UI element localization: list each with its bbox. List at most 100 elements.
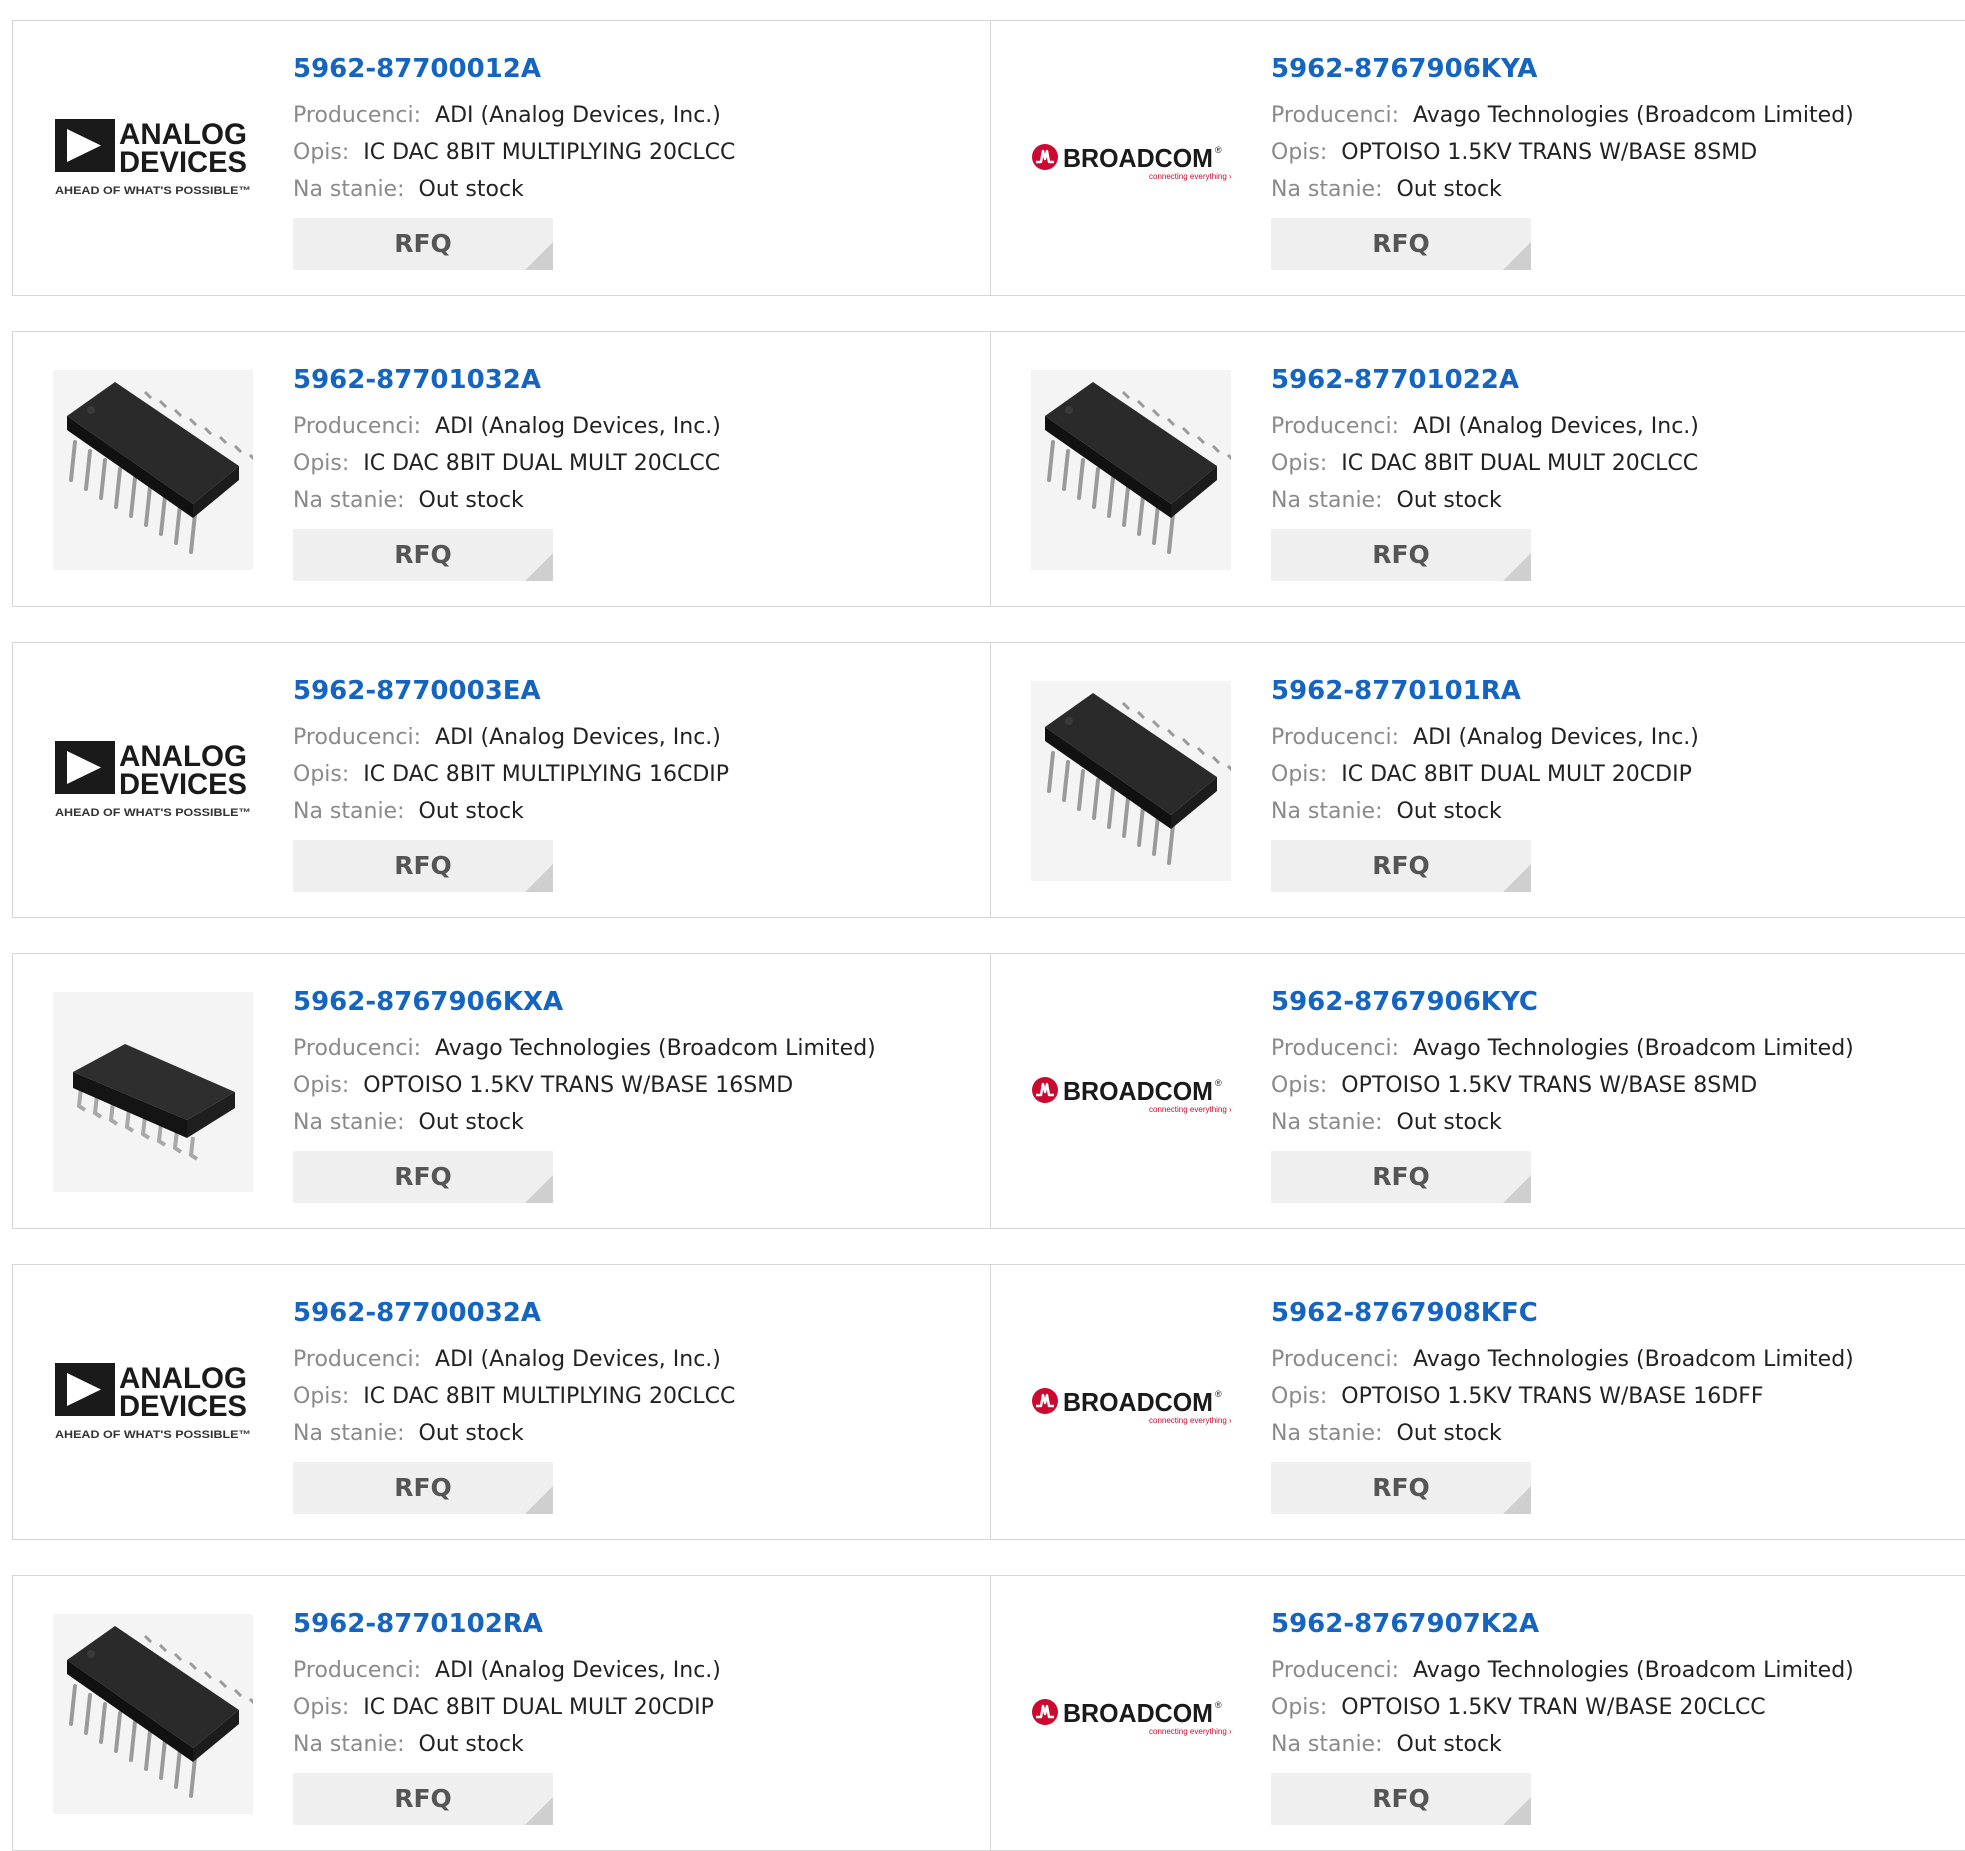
dip-chip-image — [53, 1614, 253, 1814]
rfq-button[interactable]: RFQ — [293, 529, 553, 581]
product-card-5962-87700012A: ANALOG DEVICES AHEAD OF WHAT'S POSSIBLE™… — [12, 20, 992, 296]
manufacturer-row: Producenci: Avago Technologies (Broadcom … — [1271, 1652, 1854, 1689]
analog-logo-tagline: AHEAD OF WHAT'S POSSIBLE™ — [55, 185, 251, 197]
manufacturer-value: ADI (Analog Devices, Inc.) — [1413, 725, 1699, 750]
product-info: 5962-8770101RA Producenci: ADI (Analog De… — [1271, 673, 1699, 892]
stock-value: Out stock — [1396, 1732, 1502, 1757]
product-image[interactable] — [53, 370, 253, 570]
part-number-link[interactable]: 5962-87700032A — [293, 1295, 735, 1331]
part-number-link[interactable]: 5962-8767907K2A — [1271, 1606, 1854, 1642]
product-card-5962-87701032A: 5962-87701032A Producenci: ADI (Analog De… — [12, 331, 992, 607]
product-image[interactable]: BROADCOM ® connecting everything › — [1031, 59, 1231, 259]
rfq-button[interactable]: RFQ — [293, 1151, 553, 1203]
product-image[interactable] — [1031, 681, 1231, 881]
rfq-button[interactable]: RFQ — [1271, 1773, 1531, 1825]
description-row: Opis: OPTOISO 1.5KV TRANS W/BASE 8SMD — [1271, 1067, 1854, 1104]
part-number-link[interactable]: 5962-87700012A — [293, 51, 735, 87]
manufacturer-row: Producenci: Avago Technologies (Broadcom … — [1271, 97, 1854, 134]
rfq-button[interactable]: RFQ — [1271, 529, 1531, 581]
product-image[interactable]: BROADCOM ® connecting everything › — [1031, 1303, 1231, 1503]
part-number-link[interactable]: 5962-8767906KYA — [1271, 51, 1854, 87]
product-card-5962-8767907K2A: BROADCOM ® connecting everything › 5962-… — [990, 1575, 1965, 1851]
broadcom-logo-name: BROADCOM — [1063, 1387, 1213, 1417]
description-value: OPTOISO 1.5KV TRANS W/BASE 16SMD — [363, 1073, 794, 1098]
description-label: Opis: — [293, 1384, 350, 1409]
manufacturer-value: ADI (Analog Devices, Inc.) — [435, 725, 721, 750]
description-row: Opis: IC DAC 8BIT MULTIPLYING 20CLCC — [293, 134, 735, 171]
description-value: IC DAC 8BIT MULTIPLYING 16CDIP — [363, 762, 730, 787]
rfq-label: RFQ — [1372, 1473, 1430, 1502]
product-image[interactable] — [53, 992, 253, 1192]
product-image[interactable]: BROADCOM ® connecting everything › — [1031, 1614, 1231, 1814]
stock-row: Na stanie: Out stock — [293, 1104, 876, 1141]
stock-label: Na stanie: — [1271, 488, 1383, 513]
stock-value: Out stock — [1396, 799, 1502, 824]
rfq-button[interactable]: RFQ — [1271, 1151, 1531, 1203]
stock-row: Na stanie: Out stock — [293, 1726, 721, 1763]
product-card-5962-8770102RA: 5962-8770102RA Producenci: ADI (Analog De… — [12, 1575, 992, 1851]
stock-value: Out stock — [1396, 177, 1502, 202]
manufacturer-row: Producenci: Avago Technologies (Broadcom … — [1271, 1030, 1854, 1067]
product-card-5962-8770101RA: 5962-8770101RA Producenci: ADI (Analog De… — [990, 642, 1965, 918]
corner-decoration — [1503, 864, 1531, 892]
analog-logo-line2: DEVICES — [119, 768, 247, 801]
part-number-link[interactable]: 5962-8770102RA — [293, 1606, 721, 1642]
analog-devices-logo: ANALOG DEVICES AHEAD OF WHAT'S POSSIBLE™ — [55, 1362, 251, 1441]
broadcom-logo-name: BROADCOM — [1063, 1698, 1213, 1728]
rfq-button[interactable]: RFQ — [1271, 1462, 1531, 1514]
rfq-button[interactable]: RFQ — [293, 840, 553, 892]
product-info: 5962-8767906KXA Producenci: Avago Technol… — [293, 984, 876, 1203]
stock-value: Out stock — [418, 1421, 524, 1446]
broadcom-logo-mark: ® — [1215, 1078, 1222, 1088]
description-label: Opis: — [293, 451, 350, 476]
analog-devices-logo: ANALOG DEVICES AHEAD OF WHAT'S POSSIBLE™ — [55, 740, 251, 819]
description-label: Opis: — [293, 1695, 350, 1720]
rfq-button[interactable]: RFQ — [1271, 218, 1531, 270]
manufacturer-label: Producenci: — [293, 1347, 422, 1372]
manufacturer-value: Avago Technologies (Broadcom Limited) — [1413, 1658, 1854, 1683]
manufacturer-value: Avago Technologies (Broadcom Limited) — [1413, 103, 1854, 128]
rfq-button[interactable]: RFQ — [1271, 840, 1531, 892]
part-number-link[interactable]: 5962-8770003EA — [293, 673, 729, 709]
manufacturer-row: Producenci: ADI (Analog Devices, Inc.) — [293, 408, 721, 445]
description-label: Opis: — [1271, 140, 1328, 165]
product-image[interactable]: ANALOG DEVICES AHEAD OF WHAT'S POSSIBLE™ — [53, 59, 253, 259]
description-row: Opis: OPTOISO 1.5KV TRANS W/BASE 16SMD — [293, 1067, 876, 1104]
product-image[interactable]: ANALOG DEVICES AHEAD OF WHAT'S POSSIBLE™ — [53, 1303, 253, 1503]
description-row: Opis: IC DAC 8BIT DUAL MULT 20CDIP — [293, 1689, 721, 1726]
product-image[interactable] — [1031, 370, 1231, 570]
rfq-label: RFQ — [394, 1784, 452, 1813]
manufacturer-value: ADI (Analog Devices, Inc.) — [435, 1658, 721, 1683]
part-number-link[interactable]: 5962-8767906KXA — [293, 984, 876, 1020]
corner-decoration — [1503, 242, 1531, 270]
product-image[interactable] — [53, 1614, 253, 1814]
manufacturer-value: ADI (Analog Devices, Inc.) — [1413, 414, 1699, 439]
product-image[interactable]: BROADCOM ® connecting everything › — [1031, 992, 1231, 1192]
product-image[interactable]: ANALOG DEVICES AHEAD OF WHAT'S POSSIBLE™ — [53, 681, 253, 881]
stock-row: Na stanie: Out stock — [1271, 171, 1854, 208]
part-number-link[interactable]: 5962-87701022A — [1271, 362, 1699, 398]
stock-row: Na stanie: Out stock — [1271, 793, 1699, 830]
corner-decoration — [1503, 1486, 1531, 1514]
rfq-button[interactable]: RFQ — [293, 1773, 553, 1825]
stock-row: Na stanie: Out stock — [293, 793, 729, 830]
manufacturer-row: Producenci: ADI (Analog Devices, Inc.) — [293, 719, 729, 756]
corner-decoration — [525, 553, 553, 581]
part-number-link[interactable]: 5962-87701032A — [293, 362, 721, 398]
stock-value: Out stock — [1396, 1110, 1502, 1135]
manufacturer-value: ADI (Analog Devices, Inc.) — [435, 103, 721, 128]
part-number-link[interactable]: 5962-8767908KFC — [1271, 1295, 1854, 1331]
corner-decoration — [525, 1175, 553, 1203]
rfq-button[interactable]: RFQ — [293, 218, 553, 270]
smd-chip-image — [53, 992, 253, 1192]
broadcom-logo: BROADCOM ® connecting everything › — [1032, 1076, 1231, 1114]
stock-value: Out stock — [418, 1110, 524, 1135]
rfq-button[interactable]: RFQ — [293, 1462, 553, 1514]
manufacturer-row: Producenci: ADI (Analog Devices, Inc.) — [293, 1652, 721, 1689]
part-number-link[interactable]: 5962-8770101RA — [1271, 673, 1699, 709]
description-label: Opis: — [293, 140, 350, 165]
part-number-link[interactable]: 5962-8767906KYC — [1271, 984, 1854, 1020]
stock-label: Na stanie: — [1271, 1110, 1383, 1135]
rfq-label: RFQ — [1372, 851, 1430, 880]
dip-chip-image — [1031, 370, 1231, 570]
